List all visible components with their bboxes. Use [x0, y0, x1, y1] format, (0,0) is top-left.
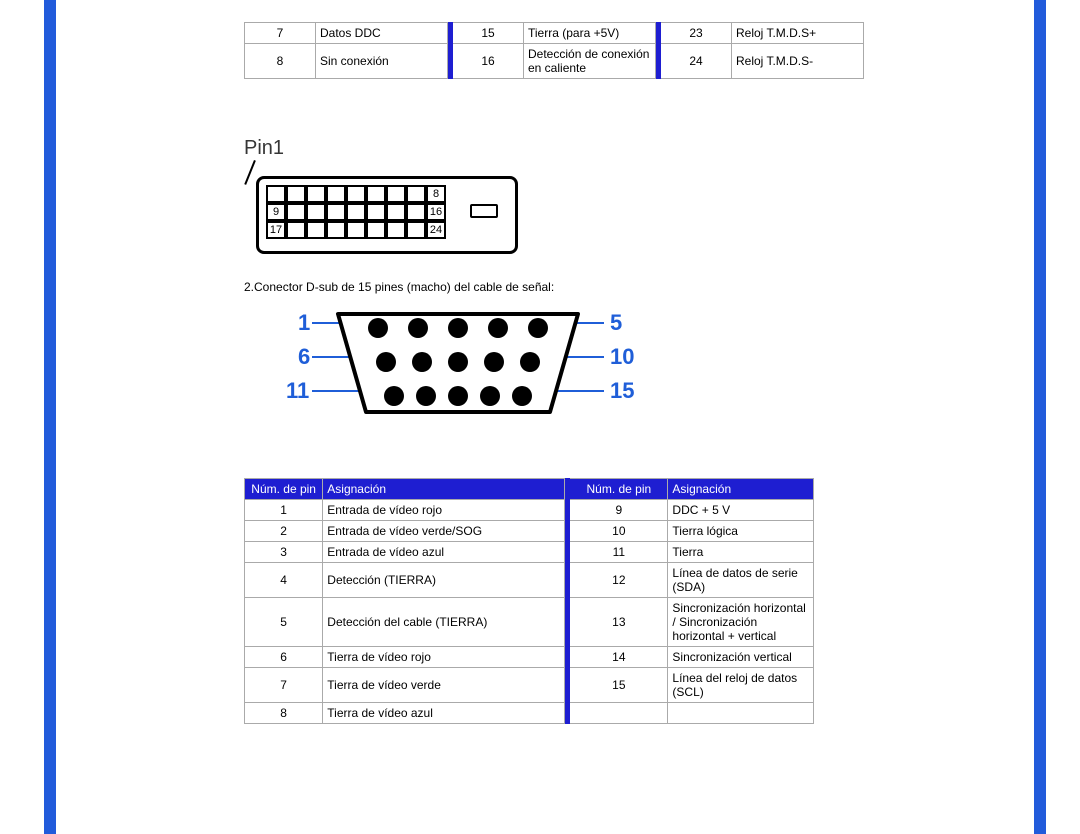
col-assign: Asignación	[668, 479, 814, 500]
dvi-ground-blade	[470, 204, 498, 218]
dvi-connector-diagram: 8 916 1724	[244, 164, 514, 256]
sidebar-stripe-right	[1034, 0, 1046, 834]
table-row: 6Tierra de vídeo rojo14Sincronización ve…	[245, 647, 814, 668]
vga-label-6: 6	[298, 344, 310, 370]
cell-pin: 7	[245, 23, 316, 44]
cell-desc: Reloj T.M.D.S-	[732, 44, 864, 79]
table-row: 8Tierra de vídeo azul	[245, 703, 814, 724]
cell-desc: Reloj T.M.D.S+	[732, 23, 864, 44]
cell-desc: Tierra (para +5V)	[524, 23, 656, 44]
content: 7 Datos DDC 15 Tierra (para +5V) 23 Relo…	[244, 0, 814, 724]
vga-shell	[318, 312, 598, 420]
cell-pin: 16	[453, 44, 524, 79]
table-row: 8 Sin conexión 16 Detección de conexión …	[245, 44, 864, 79]
table-row: 7Tierra de vídeo verde15Línea del reloj …	[245, 668, 814, 703]
vga-label-11: 11	[286, 378, 309, 404]
col-pin: Núm. de pin	[570, 479, 668, 500]
table-header: Núm. de pin Asignación Núm. de pin Asign…	[245, 479, 814, 500]
cell-desc: Sin conexión	[316, 44, 448, 79]
table-row: 7 Datos DDC 15 Tierra (para +5V) 23 Relo…	[245, 23, 864, 44]
vga-label-10: 10	[610, 344, 634, 370]
cell-pin: 15	[453, 23, 524, 44]
vga-label-5: 5	[610, 310, 622, 336]
cell-pin: 24	[661, 44, 732, 79]
cell-desc: Detección de conexión en caliente	[524, 44, 656, 79]
vga-connector-diagram: 1 6 11 5 10 15	[268, 308, 648, 424]
cell-desc: Datos DDC	[316, 23, 448, 44]
dsub-caption: 2.Conector D-sub de 15 pines (macho) del…	[244, 280, 814, 294]
table-row: 5Detección del cable (TIERRA)13Sincroniz…	[245, 598, 814, 647]
cell-pin: 23	[661, 23, 732, 44]
sidebar-stripe-left	[44, 0, 56, 834]
vga-label-1: 1	[298, 310, 310, 336]
page: 7 Datos DDC 15 Tierra (para +5V) 23 Relo…	[0, 0, 1080, 834]
table-row: 1Entrada de vídeo rojo9DDC + 5 V	[245, 500, 814, 521]
col-pin: Núm. de pin	[245, 479, 323, 500]
col-assign: Asignación	[323, 479, 564, 500]
pin1-label: Pin1	[244, 137, 814, 160]
table-row: 3Entrada de vídeo azul11Tierra	[245, 542, 814, 563]
cell-pin: 8	[245, 44, 316, 79]
table-row: 2Entrada de vídeo verde/SOG10Tierra lógi…	[245, 521, 814, 542]
vga-label-15: 15	[610, 378, 634, 404]
pin-table-dvi-fragment: 7 Datos DDC 15 Tierra (para +5V) 23 Relo…	[244, 22, 864, 79]
dvi-pin-grid: 8 916 1724	[266, 185, 446, 239]
pin-table-vga: Núm. de pin Asignación Núm. de pin Asign…	[244, 478, 814, 724]
table-row: 4Detección (TIERRA)12Línea de datos de s…	[245, 563, 814, 598]
